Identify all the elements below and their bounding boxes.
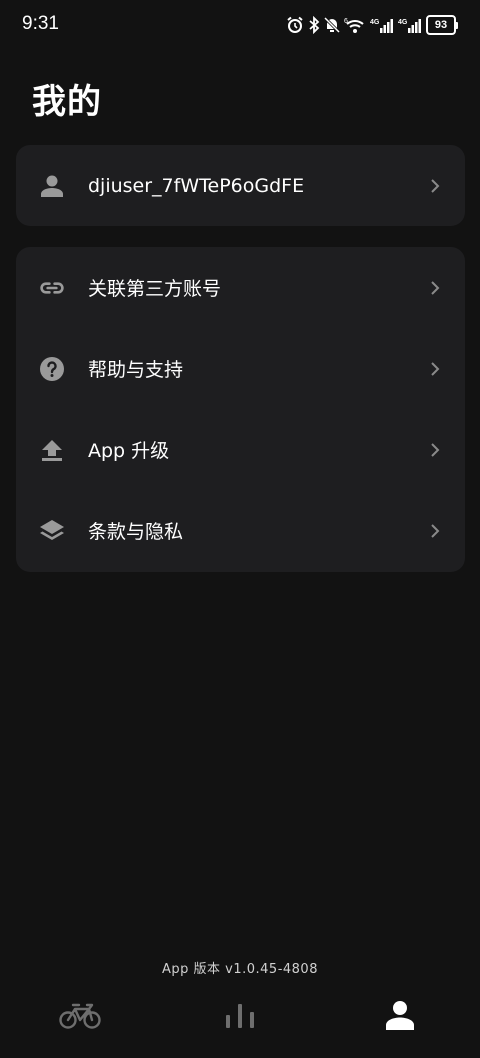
tab-bike[interactable]: [50, 990, 110, 1040]
signal-4g-icon: 4G: [398, 19, 421, 33]
menu-item-app-upgrade[interactable]: App 升级: [16, 409, 465, 490]
menu-item-help-support[interactable]: 帮助与支持: [16, 328, 465, 409]
chevron-right-icon: [429, 280, 441, 296]
bicycle-icon: [59, 1003, 101, 1029]
menu-item-label: 关联第三方账号: [88, 278, 222, 300]
upgrade-icon: [39, 437, 65, 463]
page-title: 我的: [32, 82, 102, 122]
tab-profile[interactable]: [370, 990, 430, 1040]
svg-text:4G: 4G: [370, 19, 380, 26]
status-time: 9:31: [22, 13, 59, 34]
menu-item-label: 帮助与支持: [88, 359, 184, 381]
user-icon: [39, 173, 65, 199]
bluetooth-icon: [309, 16, 320, 34]
battery-icon: 93: [426, 15, 458, 35]
chevron-right-icon: [429, 178, 441, 194]
menu-item-label: App 升级: [88, 440, 170, 462]
tab-stats[interactable]: [210, 990, 270, 1040]
signal-4g-icon: 4G: [370, 19, 393, 33]
status-icons: 6 4G 4G 93: [286, 13, 458, 37]
help-icon: [39, 356, 65, 382]
menu-item-label: 条款与隐私: [88, 521, 184, 543]
menu-item-link-third-party[interactable]: 关联第三方账号: [16, 247, 465, 328]
chevron-right-icon: [429, 523, 441, 539]
mute-icon: [324, 16, 340, 34]
wifi-icon: 6: [344, 18, 364, 33]
menu-card: 关联第三方账号 帮助与支持 App 升级 条款与隐私: [16, 247, 465, 572]
bar-chart-icon: [226, 1004, 254, 1028]
layers-icon: [39, 518, 65, 544]
bottom-tab-bar: [0, 990, 480, 1040]
menu-item-terms-privacy[interactable]: 条款与隐私: [16, 490, 465, 571]
person-icon: [386, 1001, 414, 1030]
svg-text:4G: 4G: [398, 19, 408, 26]
app-version: App 版本 v1.0.45-4808: [162, 962, 318, 977]
user-account-row[interactable]: djiuser_7fWTeP6oGdFE: [16, 145, 465, 226]
user-card: djiuser_7fWTeP6oGdFE: [16, 145, 465, 226]
link-icon: [39, 275, 65, 301]
chevron-right-icon: [429, 361, 441, 377]
status-bar: 9:31 6 4G 4G 93: [0, 0, 480, 50]
chevron-right-icon: [429, 442, 441, 458]
battery-level: 93: [426, 15, 456, 35]
username: djiuser_7fWTeP6oGdFE: [88, 174, 305, 197]
alarm-icon: [287, 16, 303, 33]
